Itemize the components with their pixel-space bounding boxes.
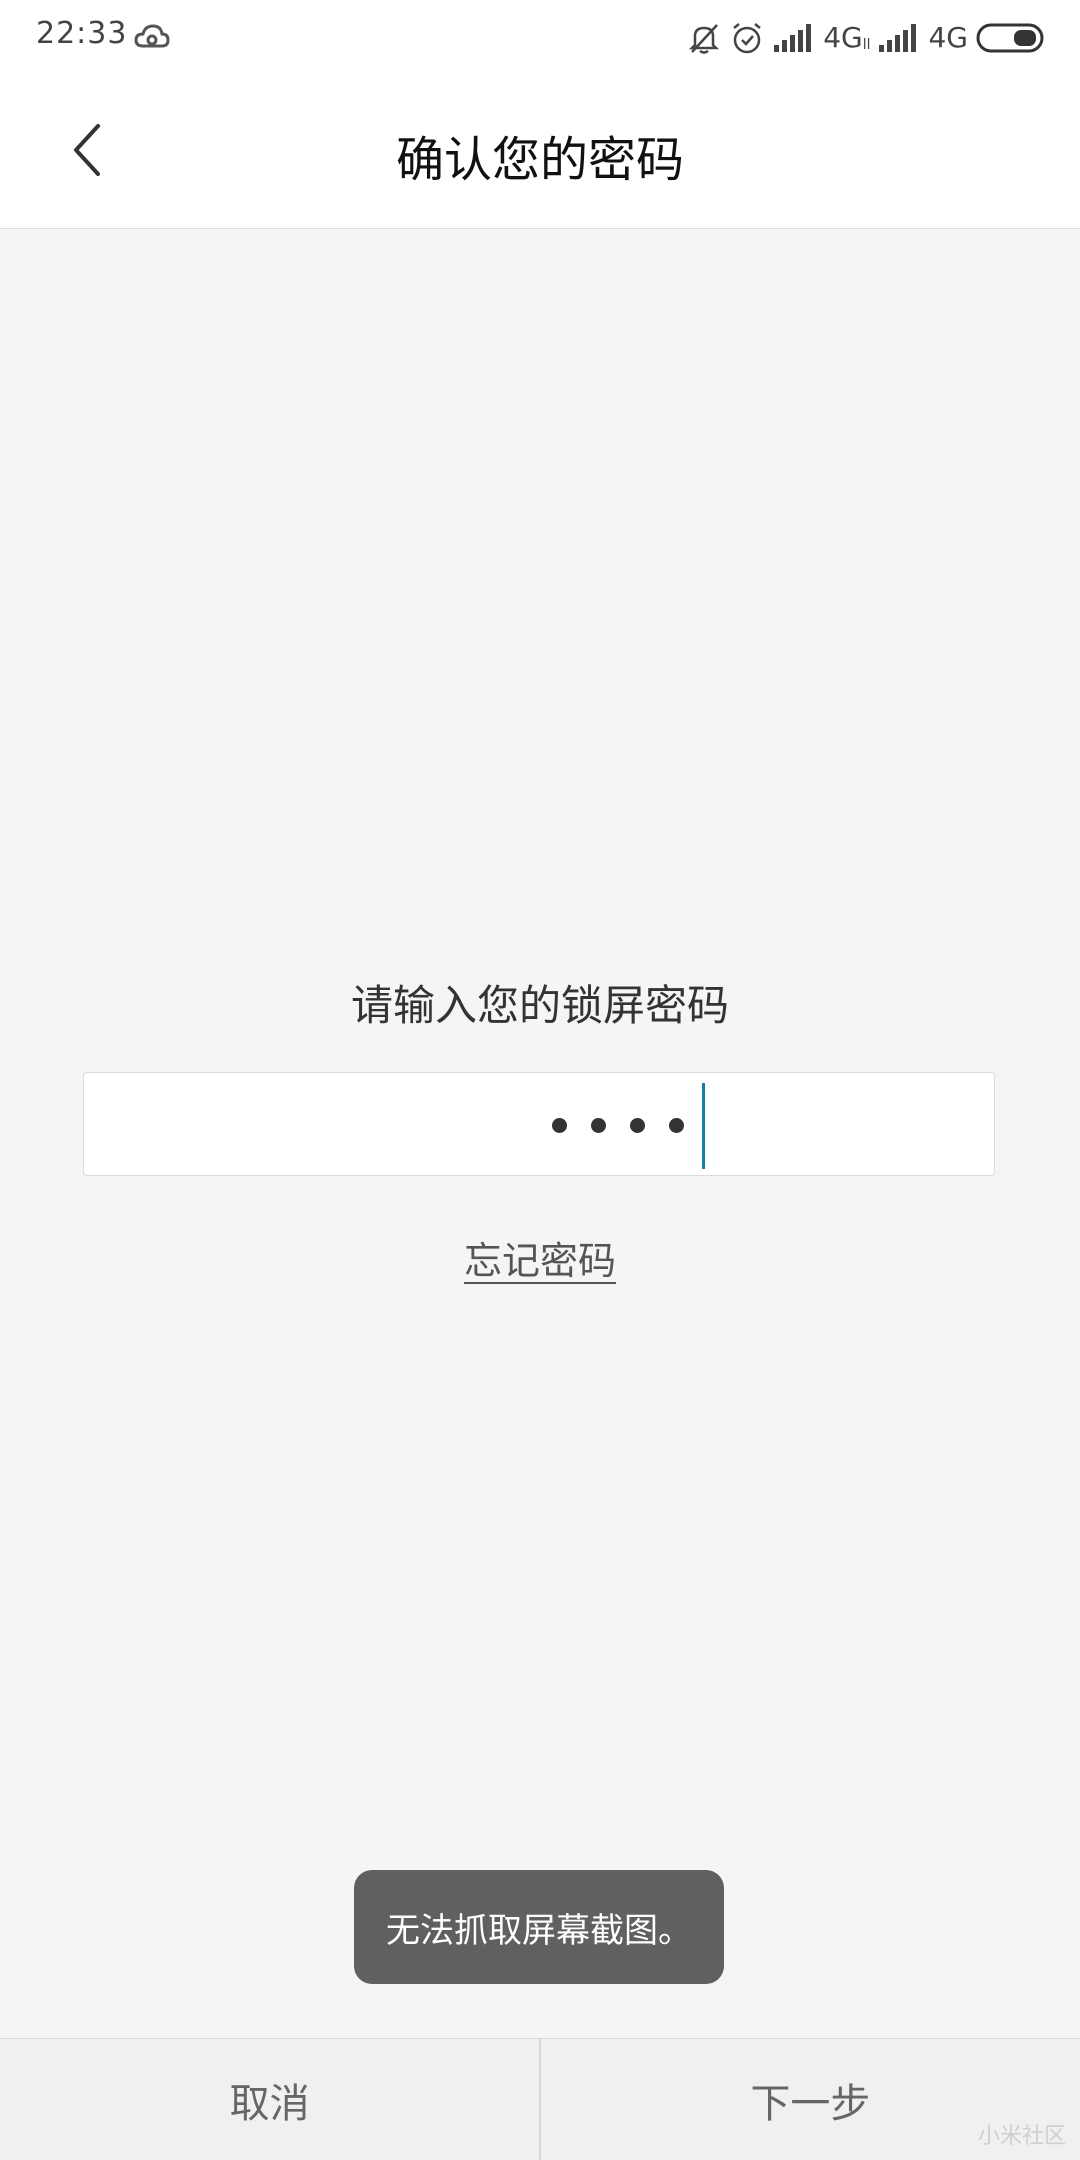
password-prompt: 请输入您的锁屏密码	[350, 981, 729, 1030]
password-dot	[669, 1117, 684, 1133]
password-dot	[591, 1117, 606, 1133]
bottom-action-bar: 取消 下一步	[0, 2038, 1080, 2160]
network-type-1: 4Gll	[823, 21, 871, 54]
page-title: 确认您的密码	[395, 132, 684, 188]
battery-icon	[976, 23, 1044, 53]
password-field[interactable]	[83, 1072, 995, 1176]
password-dot	[630, 1117, 645, 1133]
network-type-2: 4G	[928, 21, 968, 54]
signal-icon	[879, 24, 917, 52]
cancel-button[interactable]: 取消	[0, 2039, 539, 2160]
screen: 22:33 4Gll 4G 确认您的密码 请输入您的锁屏密码 忘记密码 无法抓取…	[0, 0, 1080, 2160]
forgot-password-link-row: 忘记密码	[0, 1230, 1080, 1285]
toast-message: 无法抓取屏幕截图。	[354, 1870, 724, 1984]
password-dot	[552, 1117, 567, 1133]
header: 确认您的密码	[0, 76, 1080, 229]
alarm-icon	[733, 23, 761, 54]
status-bar: 22:33 4Gll 4G	[0, 0, 1080, 76]
status-icons: 4Gll 4G	[687, 16, 1044, 60]
text-cursor	[702, 1083, 705, 1169]
cloud-icon	[134, 24, 170, 48]
bell-off-icon	[689, 24, 720, 54]
password-mask	[552, 1073, 684, 1177]
watermark: 小米社区	[977, 2124, 1066, 2149]
forgot-password-link[interactable]: 忘记密码	[464, 1239, 616, 1283]
status-time: 22:33	[36, 16, 128, 51]
signal-icon	[774, 24, 812, 52]
